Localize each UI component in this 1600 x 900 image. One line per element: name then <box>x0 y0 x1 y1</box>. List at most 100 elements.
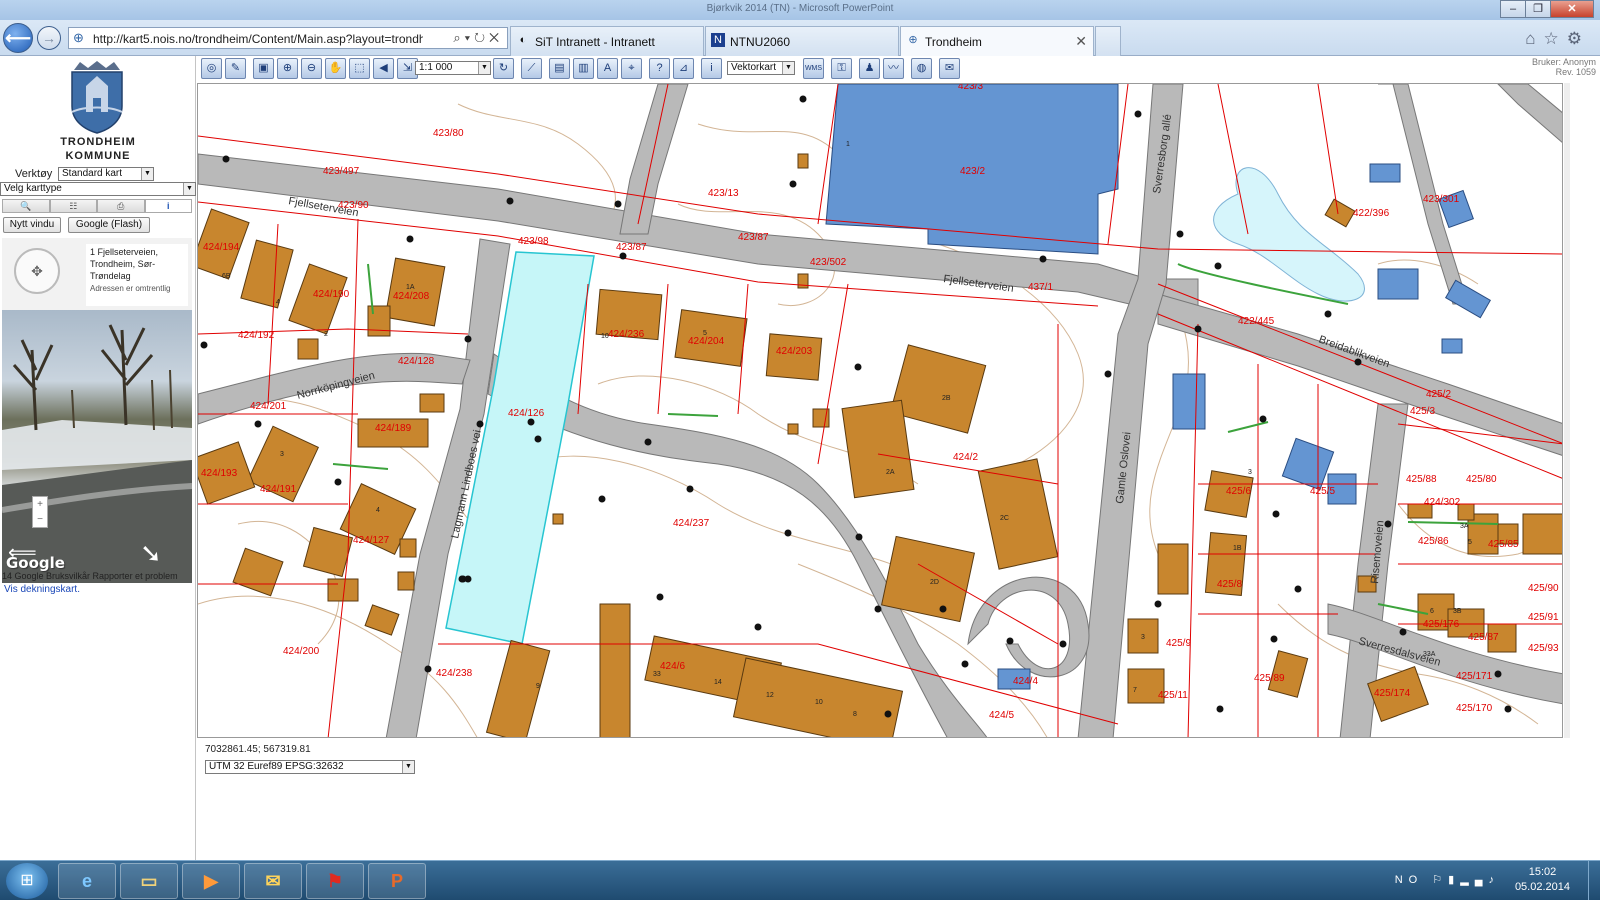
parcel-label: 424/200 <box>283 646 320 657</box>
profile-icon[interactable]: ⊿ <box>673 58 694 79</box>
search-tab-icon[interactable]: 🔍 <box>2 199 50 213</box>
language-indicator[interactable]: NO <box>1395 874 1424 886</box>
coordinates-icon[interactable]: ⌖ <box>621 58 642 79</box>
survey-point <box>424 665 432 673</box>
close-window-button[interactable]: ✕ <box>1550 0 1594 18</box>
parcel-label: 423/98 <box>518 236 549 247</box>
print-tab-icon[interactable]: ⎙ <box>97 199 145 213</box>
new-tab-button[interactable] <box>1095 26 1121 56</box>
map-canvas[interactable]: 423/3 423/80 423/497 423/90 423/13 423/2 423/8… <box>197 83 1563 738</box>
address-bar[interactable]: ⊕ http://kart5.nois.no/trondheim/Content… <box>68 27 508 49</box>
eraser-icon[interactable]: ✎ <box>225 58 246 79</box>
tab-ntnu2060[interactable]: N NTNU2060 <box>705 26 899 56</box>
layers-tab-icon[interactable]: ☷ <box>49 199 97 213</box>
help-icon[interactable]: ? <box>649 58 670 79</box>
media-player-taskbar-icon[interactable]: ▶ <box>182 863 240 899</box>
info-icon[interactable]: i <box>701 58 722 79</box>
survey-point <box>854 363 862 371</box>
map-vector[interactable]: 423/3423/80423/497423/90423/13423/2423/8… <box>198 84 1563 738</box>
streetview-turn-left-icon[interactable]: ⟸ <box>8 540 37 565</box>
tab-trondheim[interactable]: ⊕ Trondheim ✕ <box>900 26 1094 56</box>
streetview-zoom-control[interactable]: + − <box>32 496 48 528</box>
binoculars-icon[interactable]: ◎ <box>201 58 222 79</box>
system-clock[interactable]: 15:02 05.02.2014 <box>1515 865 1570 895</box>
windows-start-button[interactable]: ⊞ <box>6 863 48 899</box>
home-icon[interactable]: ⌂ <box>1525 29 1543 48</box>
projection-select[interactable]: UTM 32 Euref89 EPSG:32632 ▼ <box>205 760 415 774</box>
address-icon[interactable]: A <box>597 58 618 79</box>
projection-select-value: UTM 32 Euref89 EPSG:32632 <box>209 761 344 772</box>
survey-point <box>506 197 514 205</box>
signal-icon[interactable]: ▂▄ <box>1460 874 1488 886</box>
maximize-button[interactable]: ❐ <box>1525 0 1551 18</box>
survey-point <box>200 341 208 349</box>
forward-button[interactable]: → <box>37 26 61 50</box>
parcel-label: 424/189 <box>375 423 412 434</box>
email-icon[interactable]: ✉ <box>939 58 960 79</box>
parcel-label: 423/3 <box>958 84 983 92</box>
house-number: 6B <box>222 273 231 280</box>
previous-view-icon[interactable]: ◀ <box>373 58 394 79</box>
streetview-forward-arrow-icon[interactable]: ➘ <box>140 538 162 569</box>
minimize-button[interactable]: – <box>1500 0 1526 18</box>
zoom-out-icon[interactable]: ⊖ <box>301 58 322 79</box>
flag-icon[interactable]: ⚐ <box>1432 874 1448 886</box>
survey-point <box>1399 628 1407 636</box>
house-number: 2A <box>886 469 895 476</box>
wms-label: WMS <box>804 65 823 72</box>
wms-icon[interactable]: WMS <box>803 58 824 79</box>
google-credits[interactable]: 14 Google Bruksvilkår Rapporter et probl… <box>2 571 178 581</box>
zoom-in-icon[interactable]: ⊕ <box>277 58 298 79</box>
karttype-select[interactable]: Velg karttype ▼ <box>0 182 196 196</box>
map-type-select[interactable]: Vektorkart ▼ <box>727 61 795 75</box>
select-area-icon[interactable]: ▤ <box>549 58 570 79</box>
tab-sit-intranett[interactable]: ◐ SiT Intranett - Intranett <box>510 26 704 56</box>
parcel-label: 424/6 <box>660 661 685 672</box>
address-actions[interactable]: ⌕▾↻✕ <box>453 30 503 46</box>
parcel-label: 425/91 <box>1528 612 1559 623</box>
settings-gear-icon[interactable]: ⚙ <box>1567 29 1590 48</box>
back-button[interactable]: ⟵ <box>3 23 33 53</box>
streetview-compass-icon[interactable]: ✥ <box>14 248 60 294</box>
google-flash-button[interactable]: Google (Flash) <box>68 217 150 233</box>
parcel-label: 425/89 <box>1254 673 1285 684</box>
refresh-map-icon[interactable]: ↻ <box>493 58 514 79</box>
network-icon[interactable]: ▮ <box>1448 874 1460 886</box>
property-icon[interactable]: ▥ <box>573 58 594 79</box>
layer-toggle-icon[interactable]: ◍ <box>911 58 932 79</box>
zoom-window-icon[interactable]: ⬚ <box>349 58 370 79</box>
parcel-label: 425/88 <box>1406 474 1437 485</box>
favorites-star-icon[interactable]: ☆ <box>1544 29 1567 48</box>
file-explorer-taskbar-icon[interactable]: ▭ <box>120 863 178 899</box>
draw-line-icon[interactable]: 〰 <box>883 58 904 79</box>
survey-point <box>644 438 652 446</box>
map-scrollbar[interactable] <box>1564 83 1570 738</box>
verktoy-select[interactable]: Standard kart ▼ <box>58 167 154 181</box>
survey-point <box>686 485 694 493</box>
person-icon[interactable]: ♟ <box>859 58 880 79</box>
measure-icon[interactable]: ⟋ <box>521 58 542 79</box>
outlook-taskbar-icon[interactable]: ✉ <box>244 863 302 899</box>
streetview-panel[interactable]: ✥ 1 Fjellseterveien, Trondheim, Sør-Trøn… <box>2 238 192 583</box>
zoom-extent-icon[interactable]: ▣ <box>253 58 274 79</box>
coverage-map-link[interactable]: Vis dekningskart. <box>4 584 80 595</box>
house-number: 2B <box>942 395 951 402</box>
powerpoint-taskbar-icon[interactable]: P <box>368 863 426 899</box>
pan-icon[interactable]: ✋ <box>325 58 346 79</box>
acrobat-taskbar-icon[interactable]: ⚑ <box>306 863 364 899</box>
info-tab-icon[interactable]: i <box>144 199 192 213</box>
show-desktop-button[interactable] <box>1588 861 1600 900</box>
house-number: 12 <box>766 692 774 699</box>
parcel-label: 424/192 <box>238 330 275 341</box>
parcel-label: 425/87 <box>1468 632 1499 643</box>
new-window-button[interactable]: Nytt vindu <box>3 217 61 233</box>
house-number: 3B <box>1453 608 1462 615</box>
streetview-header: ✥ 1 Fjellseterveien, Trondheim, Sør-Trøn… <box>2 238 192 310</box>
left-panel: TRONDHEIM KOMMUNE Verktøy Standard kart … <box>0 56 196 860</box>
close-tab-icon[interactable]: ✕ <box>1075 33 1087 50</box>
internet-explorer-taskbar-icon[interactable]: e <box>58 863 116 899</box>
scale-select[interactable]: 1:1 000 ▼ <box>415 61 491 75</box>
address-url[interactable]: http://kart5.nois.no/trondheim/Content/M… <box>93 32 423 46</box>
lock-icon[interactable]: ⚿ <box>831 58 852 79</box>
volume-icon[interactable]: ♪ <box>1489 874 1501 886</box>
